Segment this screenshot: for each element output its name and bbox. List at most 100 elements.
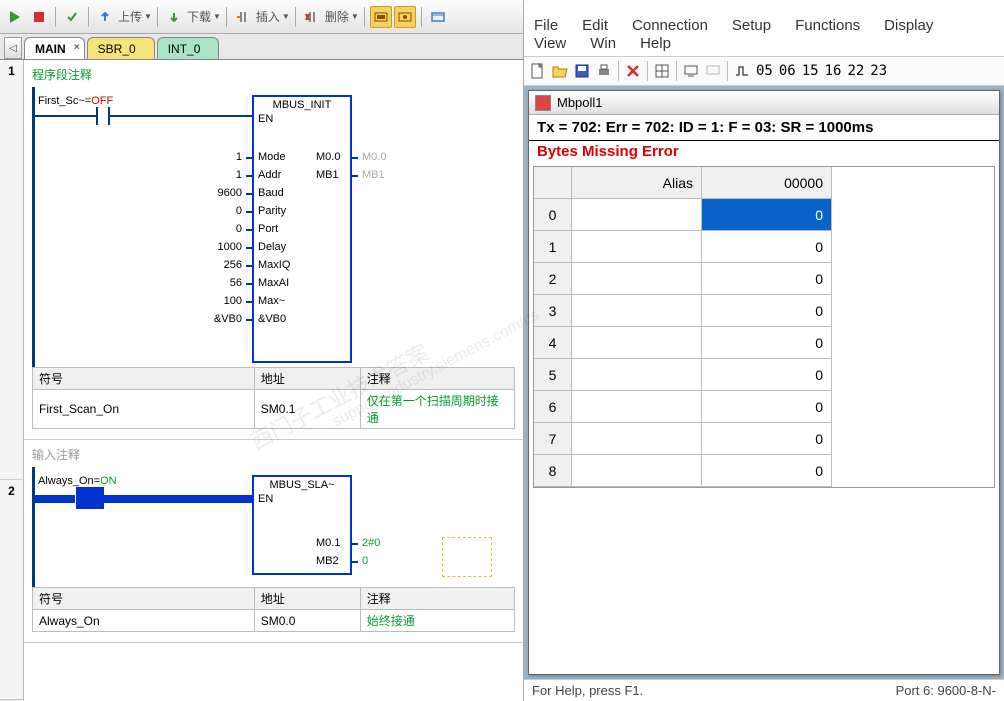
download-dropdown[interactable]: ▼ — [213, 12, 221, 21]
grid-h-alias[interactable]: Alias — [572, 167, 702, 199]
grid-cell-alias[interactable] — [572, 231, 702, 263]
grid-row[interactable]: 80 — [534, 455, 994, 487]
tab-scroll-left[interactable]: ◁ — [4, 37, 22, 59]
fc-23[interactable]: 23 — [870, 63, 887, 79]
pin-in-name: MaxAI — [258, 277, 289, 289]
fc-22[interactable]: 22 — [847, 63, 864, 79]
window-button[interactable] — [427, 6, 449, 28]
insert-dropdown[interactable]: ▼ — [282, 12, 290, 21]
new-icon[interactable] — [530, 63, 546, 79]
run-button[interactable] — [4, 6, 26, 28]
grid-row[interactable]: 70 — [534, 423, 994, 455]
net1-comment[interactable]: 程序段注释 — [32, 66, 515, 83]
delete-icon[interactable] — [301, 6, 323, 28]
net2-contact[interactable] — [76, 487, 104, 509]
grid-cell-value[interactable]: 0 — [702, 391, 832, 423]
grid-row[interactable]: 50 — [534, 359, 994, 391]
tab-main-close[interactable]: × — [74, 42, 80, 53]
grid-row-index: 2 — [534, 263, 572, 295]
save-icon[interactable] — [574, 63, 590, 79]
tab-int-label: INT_0 — [168, 42, 201, 56]
grid-cell-value[interactable]: 0 — [702, 199, 832, 231]
grid-row[interactable]: 00 — [534, 199, 994, 231]
menu-functions[interactable]: Functions — [795, 17, 860, 34]
grid-cell-alias[interactable] — [572, 199, 702, 231]
grid-icon[interactable] — [654, 63, 670, 79]
tab-int[interactable]: INT_0 — [157, 37, 220, 59]
fc-15[interactable]: 15 — [802, 63, 819, 79]
net1-contact[interactable] — [90, 107, 116, 125]
menu-connection[interactable]: Connection — [632, 17, 708, 34]
menu-setup[interactable]: Setup — [732, 17, 771, 34]
stop-button[interactable] — [28, 6, 50, 28]
monitor-button-2[interactable] — [394, 6, 416, 28]
mbpoll-status: Tx = 702: Err = 702: ID = 1: F = 03: SR … — [529, 115, 999, 141]
menu-view[interactable]: View — [534, 35, 566, 52]
net2-symbol-table[interactable]: 符号地址注释 Always_OnSM0.0始终接通 — [32, 587, 515, 632]
pin-in-name: Addr — [258, 169, 281, 181]
upload-dropdown[interactable]: ▼ — [144, 12, 152, 21]
print-icon[interactable] — [596, 63, 612, 79]
grid-row[interactable]: 10 — [534, 231, 994, 263]
grid-row-index: 7 — [534, 423, 572, 455]
sym-h2: 地址 — [254, 588, 360, 610]
net1-symbol-table[interactable]: 符号地址注释 First_Scan_OnSM0.1仅在第一个扫描周期时接通 — [32, 367, 515, 429]
monitor-icon[interactable] — [683, 63, 699, 79]
grid-row-index: 4 — [534, 327, 572, 359]
grid-h-addr[interactable]: 00000 — [702, 167, 832, 199]
menu-display[interactable]: Display — [884, 17, 933, 34]
grid-row[interactable]: 60 — [534, 391, 994, 423]
grid-cell-value[interactable]: 0 — [702, 423, 832, 455]
insert-label[interactable]: 插入 — [256, 8, 280, 25]
monitor-button-1[interactable] — [370, 6, 392, 28]
upload-icon[interactable] — [94, 6, 116, 28]
network-area[interactable]: 程序段注释 First_Sc~=OFF MBUS_INIT EN 1Mode — [24, 60, 523, 701]
menu-window[interactable]: Win — [590, 35, 616, 52]
grid-cell-value[interactable]: 0 — [702, 295, 832, 327]
menu-help[interactable]: Help — [640, 35, 671, 52]
menu-edit[interactable]: Edit — [582, 17, 608, 34]
grid-cell-value[interactable]: 0 — [702, 263, 832, 295]
compile-button[interactable] — [61, 6, 83, 28]
fc-16[interactable]: 16 — [825, 63, 842, 79]
delete-dropdown[interactable]: ▼ — [351, 12, 359, 21]
mbpoll-grid[interactable]: Alias 00000 001020304050607080 — [533, 166, 995, 488]
grid-cell-value[interactable]: 0 — [702, 455, 832, 487]
grid-row[interactable]: 30 — [534, 295, 994, 327]
grid-cell-value[interactable]: 0 — [702, 359, 832, 391]
pin-in-val: 0 — [182, 205, 242, 217]
grid-cell-alias[interactable] — [572, 455, 702, 487]
tab-main[interactable]: MAIN× — [24, 37, 85, 59]
grid-row[interactable]: 20 — [534, 263, 994, 295]
grid-cell-value[interactable]: 0 — [702, 327, 832, 359]
grid-cell-alias[interactable] — [572, 327, 702, 359]
menu-file[interactable]: File — [534, 17, 558, 34]
pin-in-name: Mode — [258, 151, 286, 163]
delete-label[interactable]: 删除 — [325, 8, 349, 25]
open-icon[interactable] — [552, 63, 568, 79]
mbpoll-titlebar[interactable]: Mbpoll1 — [529, 91, 999, 115]
grid-cell-alias[interactable] — [572, 295, 702, 327]
grid-cell-alias[interactable] — [572, 391, 702, 423]
download-icon[interactable] — [163, 6, 185, 28]
pin-out-name: M0.0 — [316, 151, 340, 163]
grid-row[interactable]: 40 — [534, 327, 994, 359]
fc-05[interactable]: 05 — [756, 63, 773, 79]
network-gutter: 1 2 — [0, 60, 24, 701]
pulse-icon[interactable] — [734, 63, 750, 79]
upload-label[interactable]: 上传 — [118, 8, 142, 25]
grid-cell-alias[interactable] — [572, 263, 702, 295]
insert-icon[interactable] — [232, 6, 254, 28]
pin-in-name: Parity — [258, 205, 286, 217]
grid-cell-value[interactable]: 0 — [702, 231, 832, 263]
pin-in-name: Max~ — [258, 295, 285, 307]
delete-icon-tb[interactable] — [625, 63, 641, 79]
fc-06[interactable]: 06 — [779, 63, 796, 79]
net2-comment[interactable]: 输入注释 — [32, 446, 515, 463]
net1-ladder[interactable]: First_Sc~=OFF MBUS_INIT EN 1Mode 1Addr 9… — [32, 87, 515, 367]
grid-cell-alias[interactable] — [572, 359, 702, 391]
download-label[interactable]: 下载 — [187, 8, 211, 25]
net2-ladder[interactable]: Always_On=ON MBUS_SLA~ EN M0.12#0 MB20 — [32, 467, 515, 587]
tab-sbr[interactable]: SBR_0 — [87, 37, 155, 59]
grid-cell-alias[interactable] — [572, 423, 702, 455]
